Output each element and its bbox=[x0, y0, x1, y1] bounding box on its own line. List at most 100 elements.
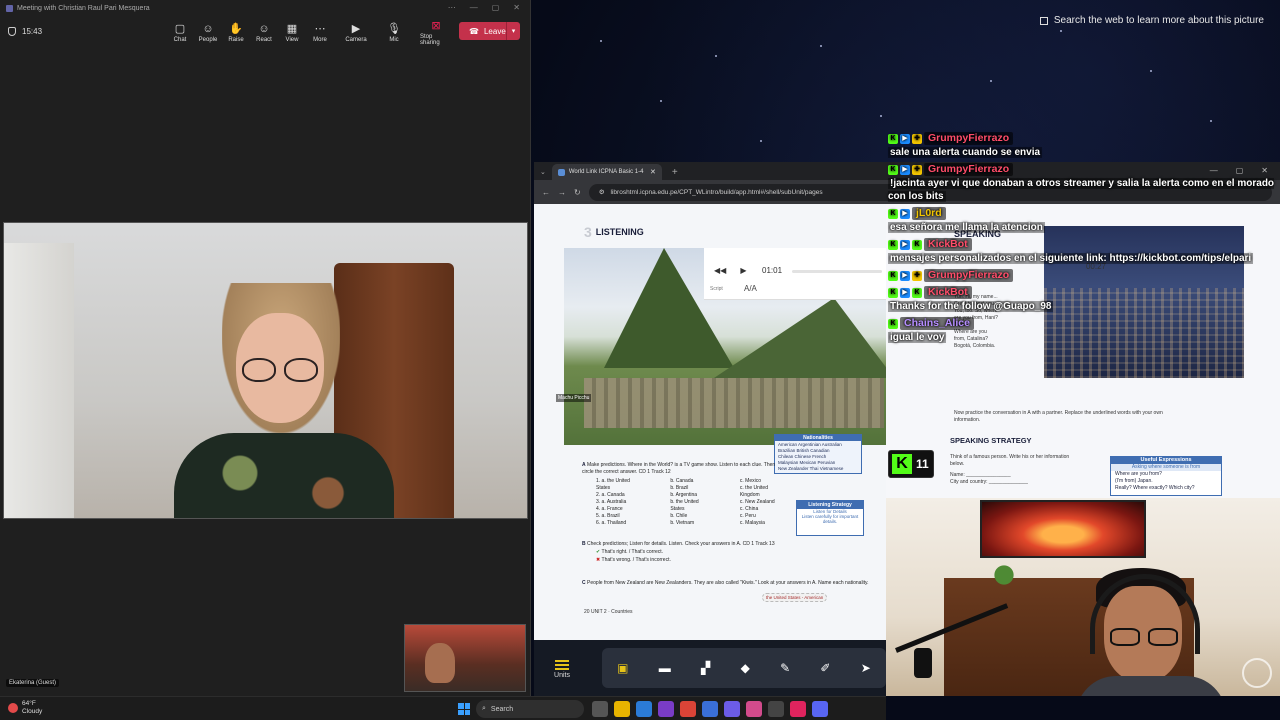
chat-name-line: K ▶ K KickBot bbox=[888, 238, 1280, 251]
app-l-icon[interactable] bbox=[702, 701, 718, 717]
chrome-icon[interactable] bbox=[680, 701, 696, 717]
react-button[interactable]: ☺ React bbox=[251, 20, 277, 46]
marker-tool-icon[interactable]: ✐ bbox=[820, 661, 830, 675]
spread-tool-icon[interactable]: ▞ bbox=[701, 661, 710, 675]
discord-icon[interactable] bbox=[812, 701, 828, 717]
answer-option[interactable]: 4. a. France bbox=[596, 506, 638, 513]
city-field-label: City and country: bbox=[950, 479, 988, 485]
camera-button[interactable]: ▶ Camera bbox=[343, 20, 369, 46]
more-button[interactable]: ⋯ More bbox=[307, 20, 333, 46]
answer-option[interactable]: b. the United States bbox=[670, 499, 708, 513]
answer-option[interactable]: b. Vietnam bbox=[670, 520, 708, 527]
pointer-tool-icon[interactable]: ➤ bbox=[861, 661, 871, 675]
settings-icon[interactable] bbox=[768, 701, 784, 717]
leave-button[interactable]: ☎ Leave ▾ bbox=[459, 22, 520, 40]
chat-text: !jacinta ayer vi que donaban a otros str… bbox=[888, 178, 1275, 202]
people-button[interactable]: ☺ People bbox=[195, 20, 221, 46]
close-icon[interactable]: ✕ bbox=[513, 3, 520, 12]
taskbar-search[interactable]: ⌕ Search bbox=[476, 700, 584, 718]
teams-window-controls: ⋯ — ▢ ✕ bbox=[448, 3, 520, 12]
pen-tool-icon[interactable]: ✎ bbox=[780, 661, 790, 675]
chat-message: K ▶ jL0rd esa señora me llama la atencion bbox=[888, 207, 1280, 234]
cross-icon: ✖ bbox=[596, 557, 601, 563]
chat-name-line: K Chains_Alice bbox=[888, 317, 1280, 330]
site-info-icon[interactable]: ⚙ bbox=[599, 188, 605, 196]
chat-username[interactable]: KickBot bbox=[924, 238, 972, 251]
units-label: Units bbox=[554, 671, 570, 679]
answer-option[interactable]: 2. a. Canada bbox=[596, 492, 638, 499]
back-icon[interactable]: ← bbox=[542, 188, 550, 197]
teams-icon[interactable] bbox=[724, 701, 740, 717]
close-tab-icon[interactable]: ✕ bbox=[650, 168, 656, 176]
chat-username[interactable]: jL0rd bbox=[912, 207, 946, 220]
audio-progress-track[interactable] bbox=[792, 270, 882, 273]
chat-button[interactable]: ▢ Chat bbox=[167, 20, 193, 46]
leave-dropdown-icon[interactable]: ▾ bbox=[506, 22, 520, 40]
minimize-icon[interactable]: — bbox=[470, 3, 478, 12]
answer-option[interactable]: c. New Zealand bbox=[740, 499, 782, 506]
microphone bbox=[914, 648, 932, 678]
answer-option[interactable]: 5. a. Brazil bbox=[596, 513, 638, 520]
weather-widget[interactable]: 64°F Cloudy bbox=[8, 700, 42, 716]
store-icon[interactable] bbox=[636, 701, 652, 717]
chat-badge-icon: K bbox=[912, 287, 922, 298]
self-view-video[interactable] bbox=[404, 624, 526, 692]
mic-button[interactable]: 🎙 Mic bbox=[381, 20, 407, 46]
presentation-tool-icon[interactable]: ▬ bbox=[659, 661, 671, 675]
answer-option[interactable]: 1. a. the United States bbox=[596, 478, 638, 492]
file-explorer-icon[interactable] bbox=[614, 701, 630, 717]
search-label: Search bbox=[490, 705, 514, 713]
exercise-a-text: Make predictions. Where in the World? is… bbox=[582, 462, 776, 475]
chat-username[interactable]: Chains_Alice bbox=[900, 317, 974, 330]
dots-icon[interactable]: ⋯ bbox=[448, 3, 456, 12]
start-icon[interactable] bbox=[458, 703, 470, 715]
text-size-button[interactable]: A/A bbox=[744, 284, 757, 293]
answer-option[interactable]: 6. a. Thailand bbox=[596, 520, 638, 527]
answer-option[interactable]: b. Chile bbox=[670, 513, 708, 520]
chat-username[interactable]: GrumpyFierrazo bbox=[924, 132, 1014, 145]
answer-option[interactable]: b. Canada bbox=[670, 478, 708, 485]
stop-sharing-button[interactable]: ⊠ Stop sharing bbox=[420, 20, 452, 46]
nationalities-line: New Zealander Thai Vietnamese bbox=[778, 466, 844, 471]
maximize-icon[interactable]: ▢ bbox=[492, 3, 500, 12]
useful-expressions-box: Useful Expressions Asking where someone … bbox=[1110, 456, 1222, 496]
highlight-tool-icon[interactable]: ▣ bbox=[617, 661, 628, 675]
answer-option[interactable]: c. Peru bbox=[740, 513, 782, 520]
forward-icon[interactable]: → bbox=[558, 188, 566, 197]
mic-icon: 🎙 bbox=[387, 22, 401, 35]
new-tab-icon[interactable]: + bbox=[672, 167, 678, 178]
units-button[interactable]: Units bbox=[534, 657, 590, 679]
search-web-hint[interactable]: Search the web to learn more about this … bbox=[1039, 15, 1264, 26]
chat-text: Thanks for the follow @Guapo_98 bbox=[888, 301, 1054, 312]
reload-icon[interactable]: ↻ bbox=[574, 188, 581, 197]
answer-option[interactable]: c. China bbox=[740, 506, 782, 513]
answer-option[interactable]: c. the United Kingdom bbox=[740, 485, 782, 499]
answer-option[interactable]: b. Brazil bbox=[670, 485, 708, 492]
tiktok-icon[interactable] bbox=[790, 701, 806, 717]
view-button[interactable]: ▦ View bbox=[279, 20, 305, 46]
answer-option[interactable]: c. Malaysia bbox=[740, 520, 782, 527]
temperature: 64°F bbox=[22, 700, 36, 707]
chat-username[interactable]: GrumpyFierrazo bbox=[924, 269, 1014, 282]
task-view-icon[interactable] bbox=[592, 701, 608, 717]
app-icon-2[interactable] bbox=[746, 701, 762, 717]
chat-badge-icon: K bbox=[888, 208, 898, 219]
answer-option[interactable]: c. Mexico bbox=[740, 478, 782, 485]
play-icon[interactable]: ▶ bbox=[740, 266, 746, 275]
view-label: View bbox=[285, 36, 299, 43]
rewind-icon[interactable]: ◀◀ bbox=[714, 266, 726, 275]
answer-option[interactable]: b. Argentina bbox=[670, 492, 708, 499]
page-footer: 20 UNIT 2 · Countries bbox=[584, 609, 633, 615]
chat-username[interactable]: GrumpyFierrazo bbox=[924, 163, 1014, 176]
browser-tab[interactable]: World Link ICPNA Basic 1-4 ✕ bbox=[551, 164, 662, 180]
chat-name-line: K ▶ K KickBot bbox=[888, 286, 1280, 299]
tab-search-icon[interactable]: ⌄ bbox=[540, 168, 546, 176]
app-icon[interactable] bbox=[658, 701, 674, 717]
meeting-title: Meeting with Christian Raul Pari Mesquer… bbox=[17, 4, 150, 12]
eraser-tool-icon[interactable]: ◆ bbox=[741, 661, 750, 675]
search-web-label: Search the web to learn more about this … bbox=[1053, 15, 1264, 26]
chat-username[interactable]: KickBot bbox=[924, 286, 972, 299]
raise-button[interactable]: ✋ Raise bbox=[223, 20, 249, 46]
script-button[interactable]: Script bbox=[710, 286, 723, 292]
answer-option[interactable]: 3. a. Australia bbox=[596, 499, 638, 506]
